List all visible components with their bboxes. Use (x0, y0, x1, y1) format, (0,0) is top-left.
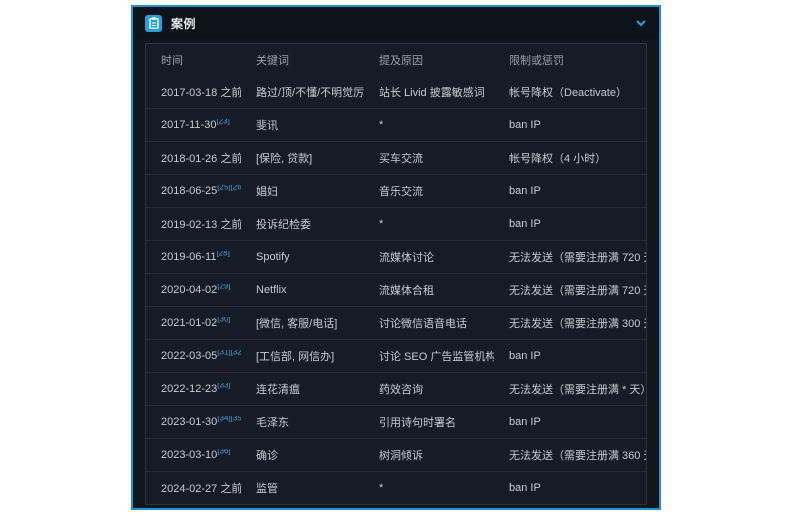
keyword-cell: Netflix (241, 284, 364, 296)
reference-link[interactable]: [30] (217, 317, 230, 323)
penalty-cell: ban IP (494, 185, 646, 197)
table-row: 2022-12-23[33] 连花清瘟 药效咨询 无法发送（需要注册满 * 天） (146, 372, 646, 405)
time-cell: 2023-01-30[34][35] (146, 416, 241, 428)
time-cell: 2017-03-18 之前[22] (146, 84, 241, 100)
time-cell: 2020-04-02[29] (146, 284, 241, 296)
time-cell: 2019-02-13 之前[27] (146, 216, 241, 232)
keyword-cell: [保险, 贷款] (241, 150, 364, 166)
time-cell: 2024-02-27 之前[37] (146, 480, 241, 496)
penalty-cell: 帐号降权（Deactivate） (494, 84, 646, 100)
table-row: 2020-04-02[29] Netflix 流媒体合租 无法发送（需要注册满 … (146, 273, 646, 306)
keyword-cell: 娼妇 (241, 183, 364, 199)
table-row: 2018-01-26 之前[24] [保险, 贷款] 买车交流 帐号降权（4 小… (146, 141, 646, 174)
time-value: 2022-12-23 (161, 383, 217, 395)
cases-panel: 案例 时间 关键词 提及原因 限制或惩罚 2017-03-18 之前[22] 路… (131, 5, 661, 510)
table-row: 2018-06-25[25][26] 娼妇 音乐交流 ban IP (146, 174, 646, 207)
keyword-cell: [工信部, 网信办] (241, 348, 364, 364)
penalty-cell: ban IP (494, 119, 646, 131)
column-header-keyword: 关键词 (241, 52, 364, 68)
time-value: 2018-06-25 (161, 185, 217, 197)
table-row: 2017-03-18 之前[22] 路过/顶/不懂/不明觉厉 站长 Livid … (146, 76, 646, 108)
time-value: 2023-01-30 (161, 416, 217, 428)
time-cell: 2018-01-26 之前[24] (146, 150, 241, 166)
time-value: 2024-02-27 之前 (161, 483, 241, 495)
reference-link[interactable]: [31][32] (217, 350, 241, 356)
reason-cell: 音乐交流 (364, 183, 494, 199)
keyword-cell: Spotify (241, 251, 364, 263)
penalty-cell: 无法发送（需要注册满 360 天） (494, 447, 646, 463)
panel-header[interactable]: 案例 (133, 7, 659, 39)
time-value: 2022-03-05 (161, 350, 217, 362)
table-row: 2019-02-13 之前[27] 投诉纪检委 * ban IP (146, 207, 646, 240)
penalty-cell: 无法发送（需要注册满 720 天） (494, 282, 646, 298)
time-cell: 2022-03-05[31][32] (146, 350, 241, 362)
reference-link[interactable]: [28] (216, 251, 229, 257)
reason-cell: 引用诗句时署名 (364, 414, 494, 430)
column-header-penalty: 限制或惩罚 (494, 52, 646, 68)
time-cell: 2019-06-11[28] (146, 251, 241, 263)
time-value: 2017-03-18 之前 (161, 87, 241, 99)
time-cell: 2022-12-23[33] (146, 383, 241, 395)
keyword-cell: 连花清瘟 (241, 381, 364, 397)
penalty-cell: 无法发送（需要注册满 * 天） (494, 381, 646, 397)
reference-link[interactable]: [25][26] (217, 185, 241, 191)
reference-link[interactable]: [29] (217, 284, 230, 290)
reason-cell: 流媒体合租 (364, 282, 494, 298)
keyword-cell: 监管 (241, 480, 364, 496)
time-value: 2019-06-11 (161, 251, 216, 263)
panel-title: 案例 (171, 15, 635, 32)
time-value: 2021-01-02 (161, 317, 217, 329)
penalty-cell: 无法发送（需要注册满 720 天） (494, 249, 646, 265)
time-value: 2023-03-10 (161, 449, 217, 461)
time-cell: 2017-11-30[23] (146, 119, 241, 131)
keyword-cell: 斐讯 (241, 117, 364, 133)
time-value: 2017-11-30 (161, 119, 216, 131)
table-row: 2023-03-10[36] 确诊 树洞倾诉 无法发送（需要注册满 360 天） (146, 438, 646, 471)
column-header-reason: 提及原因 (364, 52, 494, 68)
keyword-cell: 确诊 (241, 447, 364, 463)
reason-cell: * (364, 218, 494, 230)
penalty-cell: 帐号降权（4 小时） (494, 150, 646, 166)
keyword-cell: [微信, 客服/电话] (241, 315, 364, 331)
table-header-row: 时间 关键词 提及原因 限制或惩罚 (146, 44, 646, 76)
column-header-time: 时间 (146, 52, 241, 68)
reason-cell: 讨论微信语音电话 (364, 315, 494, 331)
clipboard-icon (145, 15, 162, 32)
reference-link[interactable]: [23] (216, 119, 229, 125)
reason-cell: 买车交流 (364, 150, 494, 166)
reason-cell: 流媒体讨论 (364, 249, 494, 265)
time-cell: 2021-01-02[30] (146, 317, 241, 329)
table-body: 2017-03-18 之前[22] 路过/顶/不懂/不明觉厉 站长 Livid … (146, 76, 646, 504)
table-row: 2019-06-11[28] Spotify 流媒体讨论 无法发送（需要注册满 … (146, 240, 646, 273)
reference-link[interactable]: [34][35] (217, 416, 241, 422)
reference-link[interactable]: [33] (217, 383, 230, 389)
time-value: 2018-01-26 之前 (161, 153, 241, 165)
reason-cell: 药效咨询 (364, 381, 494, 397)
penalty-cell: ban IP (494, 218, 646, 230)
penalty-cell: ban IP (494, 350, 646, 362)
time-value: 2019-02-13 之前 (161, 219, 241, 231)
table-row: 2022-03-05[31][32] [工信部, 网信办] 讨论 SEO 广告监… (146, 339, 646, 372)
cases-table: 时间 关键词 提及原因 限制或惩罚 2017-03-18 之前[22] 路过/顶… (145, 43, 647, 505)
table-row: 2021-01-02[30] [微信, 客服/电话] 讨论微信语音电话 无法发送… (146, 306, 646, 339)
keyword-cell: 路过/顶/不懂/不明觉厉 (241, 84, 364, 100)
table-row: 2023-01-30[34][35] 毛泽东 引用诗句时署名 ban IP (146, 405, 646, 438)
reason-cell: * (364, 482, 494, 494)
table-row: 2017-11-30[23] 斐讯 * ban IP (146, 108, 646, 141)
time-cell: 2018-06-25[25][26] (146, 185, 241, 197)
time-value: 2020-04-02 (161, 284, 217, 296)
penalty-cell: ban IP (494, 482, 646, 494)
keyword-cell: 毛泽东 (241, 414, 364, 430)
reason-cell: * (364, 119, 494, 131)
penalty-cell: 无法发送（需要注册满 300 天） (494, 315, 646, 331)
time-cell: 2023-03-10[36] (146, 449, 241, 461)
keyword-cell: 投诉纪检委 (241, 216, 364, 232)
table-row: 2024-02-27 之前[37] 监管 * ban IP (146, 471, 646, 504)
reason-cell: 讨论 SEO 广告监管机构 (364, 348, 494, 364)
reason-cell: 站长 Livid 披露敏感词 (364, 84, 494, 100)
reason-cell: 树洞倾诉 (364, 447, 494, 463)
reference-link[interactable]: [36] (217, 449, 230, 455)
penalty-cell: ban IP (494, 416, 646, 428)
chevron-down-icon[interactable] (635, 18, 647, 28)
